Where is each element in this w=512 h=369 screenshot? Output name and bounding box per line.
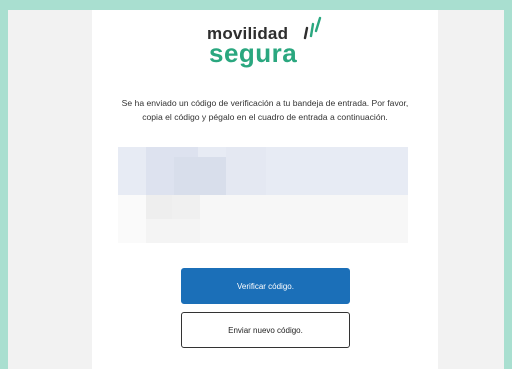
blur-block [226,147,266,195]
blur-block [118,195,146,243]
blur-block [172,195,200,221]
verify-code-button[interactable]: Verificar código. [181,268,350,304]
verification-code-input[interactable] [118,147,408,243]
blur-block [174,157,226,195]
accent-marks-icon [303,16,322,40]
blur-block [146,195,172,219]
blur-block [146,219,200,243]
resend-code-button[interactable]: Enviar nuevo código. [181,312,350,348]
verification-message: Se ha enviado un código de verificación … [121,98,409,122]
brand-logo: movilidad segura [207,14,322,68]
logo-word-bottom: segura [209,38,298,68]
